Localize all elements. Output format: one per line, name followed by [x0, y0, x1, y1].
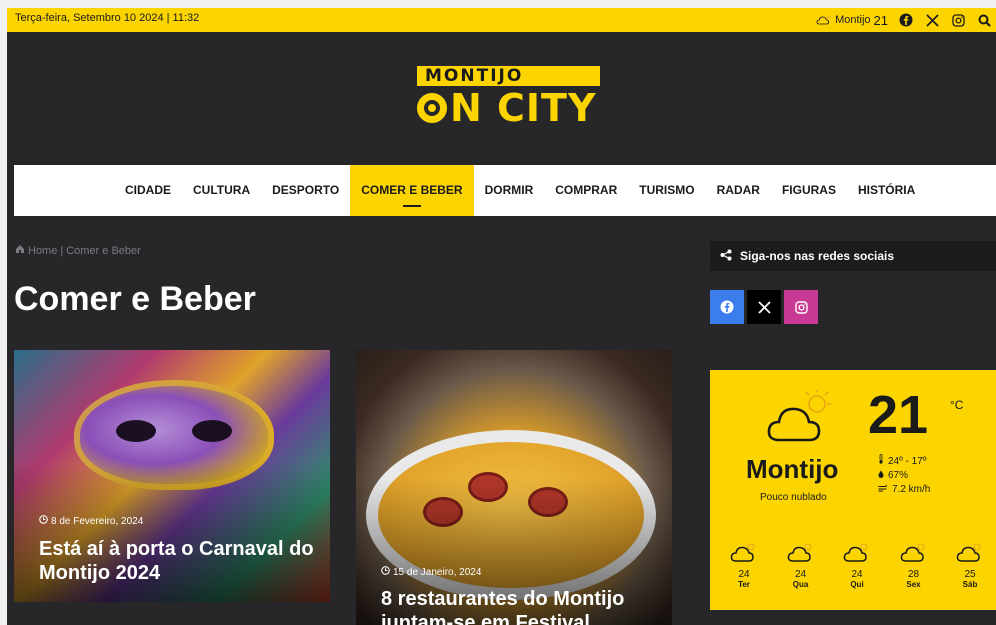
instagram-icon[interactable]	[950, 12, 966, 28]
top-weather-temp: 21	[873, 12, 888, 28]
forecast-temp: 25	[964, 569, 976, 580]
forecast-day: 24 Qua	[779, 542, 823, 589]
weather-widget: 21 °C Montijo Pouco nublado 24º - 17º 67…	[710, 370, 996, 610]
site: Terça-feira, Setembro 10 2024 | 11:32 Mo…	[7, 8, 996, 625]
weather-range-text: 24º - 17º	[888, 455, 927, 467]
nav-item-figuras[interactable]: FIGURAS	[771, 165, 847, 216]
forecast-day: 28 Sex	[892, 542, 936, 589]
article-title[interactable]: Está aí à porta o Carnaval do Montijo 20…	[39, 537, 319, 585]
weather-humidity-text: 67%	[888, 470, 909, 481]
cloud-sun-icon	[956, 542, 984, 567]
page-title: Comer e Beber	[14, 280, 256, 318]
cloud-sun-icon	[730, 542, 758, 567]
forecast-temp: 24	[851, 569, 863, 580]
weather-unit: °C	[950, 398, 964, 412]
main-nav: CIDADE CULTURA DESPORTO COMER E BEBER DO…	[14, 165, 996, 216]
home-icon	[15, 244, 25, 257]
weather-range: 24º - 17º	[878, 454, 930, 469]
x-icon[interactable]	[924, 12, 940, 28]
weather-forecast: 24 Ter 24 Qua 24 Qui 28 Sex 25 Sáb	[722, 542, 992, 589]
forecast-day-name: Sex	[906, 580, 921, 589]
top-bar: Terça-feira, Setembro 10 2024 | 11:32 Mo…	[7, 8, 996, 32]
top-weather-city: Montijo	[835, 14, 871, 26]
weather-humidity: 67%	[878, 469, 930, 483]
forecast-day: 25 Sáb	[948, 542, 992, 589]
cloud-sun-icon	[765, 390, 833, 449]
logo-o-icon	[417, 93, 447, 123]
search-icon[interactable]	[976, 12, 992, 28]
droplet-icon	[878, 469, 884, 483]
article-date: 15 de Janeiro, 2024	[393, 566, 482, 578]
current-date: Terça-feira, Setembro 10 2024 | 11:32	[15, 12, 200, 24]
article-card[interactable]: 8 de Fevereiro, 2024 Está aí à porta o C…	[14, 350, 330, 602]
breadcrumb-current: Comer e Beber	[66, 244, 141, 257]
instagram-icon[interactable]	[784, 290, 818, 324]
wind-icon	[878, 483, 888, 497]
clock-icon	[381, 566, 390, 578]
article-meta: 15 de Janeiro, 2024	[381, 566, 481, 578]
forecast-day: 24 Ter	[722, 542, 766, 589]
nav-item-radar[interactable]: RADAR	[706, 165, 771, 216]
social-icons	[710, 290, 818, 324]
cloud-sun-icon	[900, 542, 928, 567]
social-heading-text: Siga-nos nas redes sociais	[740, 249, 895, 263]
breadcrumb-separator: |	[60, 244, 64, 257]
nav-item-cidade[interactable]: CIDADE	[114, 165, 182, 216]
article-meta: 8 de Fevereiro, 2024	[39, 515, 143, 527]
forecast-day-name: Ter	[738, 580, 750, 589]
breadcrumb-home[interactable]: Home	[28, 245, 57, 257]
nav-item-comer-e-beber[interactable]: COMER E BEBER	[350, 165, 474, 216]
top-bar-right: Montijo 21	[816, 8, 992, 32]
logo-bottom-text: N CITY	[450, 86, 597, 130]
cloud-sun-icon	[816, 12, 832, 28]
logo-bottom: N CITY	[417, 86, 602, 130]
site-logo[interactable]: MONTIJO N CITY	[417, 66, 602, 130]
forecast-day-name: Sáb	[962, 580, 978, 589]
cloud-sun-icon	[787, 542, 815, 567]
nav-item-comprar[interactable]: COMPRAR	[544, 165, 628, 216]
nav-item-dormir[interactable]: DORMIR	[474, 165, 545, 216]
cloud-sun-icon	[843, 542, 871, 567]
forecast-day: 24 Qui	[835, 542, 879, 589]
weather-description: Pouco nublado	[760, 492, 827, 503]
clock-icon	[39, 515, 48, 527]
weather-temp: 21	[868, 385, 929, 445]
article-date: 8 de Fevereiro, 2024	[51, 515, 144, 527]
forecast-temp: 24	[794, 569, 807, 580]
forecast-day-name: Qua	[792, 580, 809, 589]
logo-top-text: MONTIJO	[417, 66, 600, 86]
nav-item-turismo[interactable]: TURISMO	[628, 165, 705, 216]
weather-details: 24º - 17º 67% 7.2 km/h	[878, 454, 930, 497]
thermometer-icon	[878, 454, 884, 469]
social-widget-heading: Siga-nos nas redes sociais	[710, 241, 996, 271]
top-weather: Montijo 21	[816, 12, 888, 28]
weather-wind-text: 7.2 km/h	[892, 484, 931, 495]
breadcrumb: Home | Comer e Beber	[15, 244, 141, 257]
x-icon[interactable]	[747, 290, 781, 324]
forecast-temp: 28	[907, 569, 920, 580]
facebook-icon[interactable]	[710, 290, 744, 324]
nav-item-cultura[interactable]: CULTURA	[182, 165, 261, 216]
article-title[interactable]: 8 restaurantes do Montijo juntam-se em F…	[381, 587, 672, 625]
weather-wind: 7.2 km/h	[878, 483, 930, 497]
forecast-day-name: Qui	[850, 580, 864, 589]
weather-city: Montijo	[746, 454, 839, 484]
nav-item-desporto[interactable]: DESPORTO	[261, 165, 350, 216]
nav-item-historia[interactable]: HISTÓRIA	[847, 165, 926, 216]
share-icon	[720, 249, 732, 264]
article-card[interactable]: 15 de Janeiro, 2024 8 restaurantes do Mo…	[356, 350, 672, 625]
forecast-temp: 24	[738, 569, 750, 580]
facebook-icon[interactable]	[898, 12, 914, 28]
